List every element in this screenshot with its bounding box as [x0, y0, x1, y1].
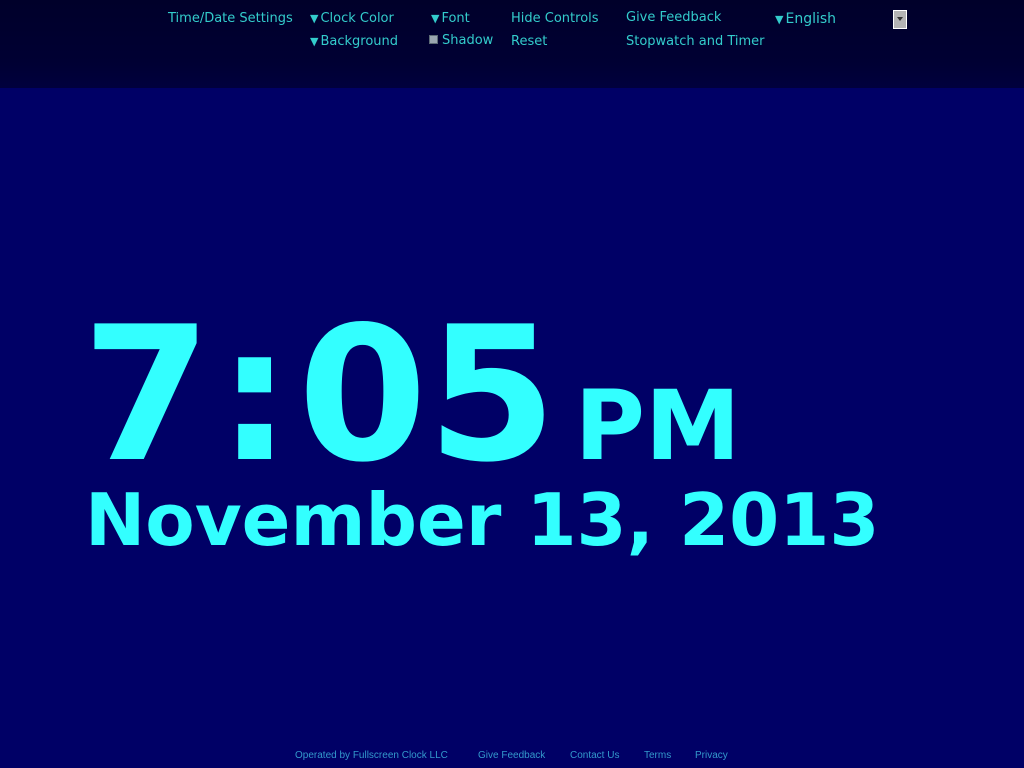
stopwatch-timer-link[interactable]: Stopwatch and Timer	[626, 34, 765, 50]
select-arrow-icon	[897, 17, 903, 21]
background-dropdown[interactable]: ▼ Background	[310, 34, 398, 50]
clock-minutes: 05	[297, 286, 557, 503]
terms-link[interactable]: Terms	[644, 750, 671, 761]
chevron-down-icon: ▼	[310, 35, 319, 48]
language-dropdown[interactable]: ▼ English	[775, 11, 836, 28]
font-label: Font	[441, 11, 470, 26]
shadow-toggle[interactable]: Shadow	[429, 33, 493, 49]
give-feedback-link[interactable]: Give Feedback	[626, 10, 721, 26]
operated-by-link[interactable]: Operated by Fullscreen Clock LLC	[295, 750, 448, 761]
shadow-label: Shadow	[442, 33, 494, 48]
reset-link[interactable]: Reset	[511, 34, 547, 50]
language-select-button[interactable]	[893, 10, 907, 29]
time-date-settings-link[interactable]: Time/Date Settings	[168, 11, 293, 27]
footer-give-feedback-link[interactable]: Give Feedback	[478, 750, 545, 761]
language-label: English	[785, 11, 837, 27]
shadow-checkbox[interactable]	[429, 35, 438, 44]
chevron-down-icon: ▼	[310, 12, 319, 25]
clock-color-dropdown[interactable]: ▼ Clock Color	[310, 11, 394, 27]
background-label: Background	[320, 34, 399, 49]
privacy-link[interactable]: Privacy	[695, 750, 728, 761]
hide-controls-link[interactable]: Hide Controls	[511, 11, 599, 27]
clock-colon: :	[217, 286, 292, 503]
footer: Operated by Fullscreen Clock LLC Give Fe…	[0, 750, 1024, 766]
time-display: 7:05 PM	[82, 295, 741, 495]
clock-hours: 7	[82, 286, 212, 503]
date-display: November 13, 2013	[85, 478, 880, 562]
contact-us-link[interactable]: Contact Us	[570, 750, 619, 761]
font-dropdown[interactable]: ▼ Font	[431, 11, 470, 27]
clock-color-label: Clock Color	[320, 11, 394, 26]
controls-bar: Time/Date Settings ▼ Clock Color ▼ Backgro…	[0, 0, 1024, 88]
chevron-down-icon: ▼	[431, 12, 440, 25]
chevron-down-icon: ▼	[775, 13, 784, 26]
